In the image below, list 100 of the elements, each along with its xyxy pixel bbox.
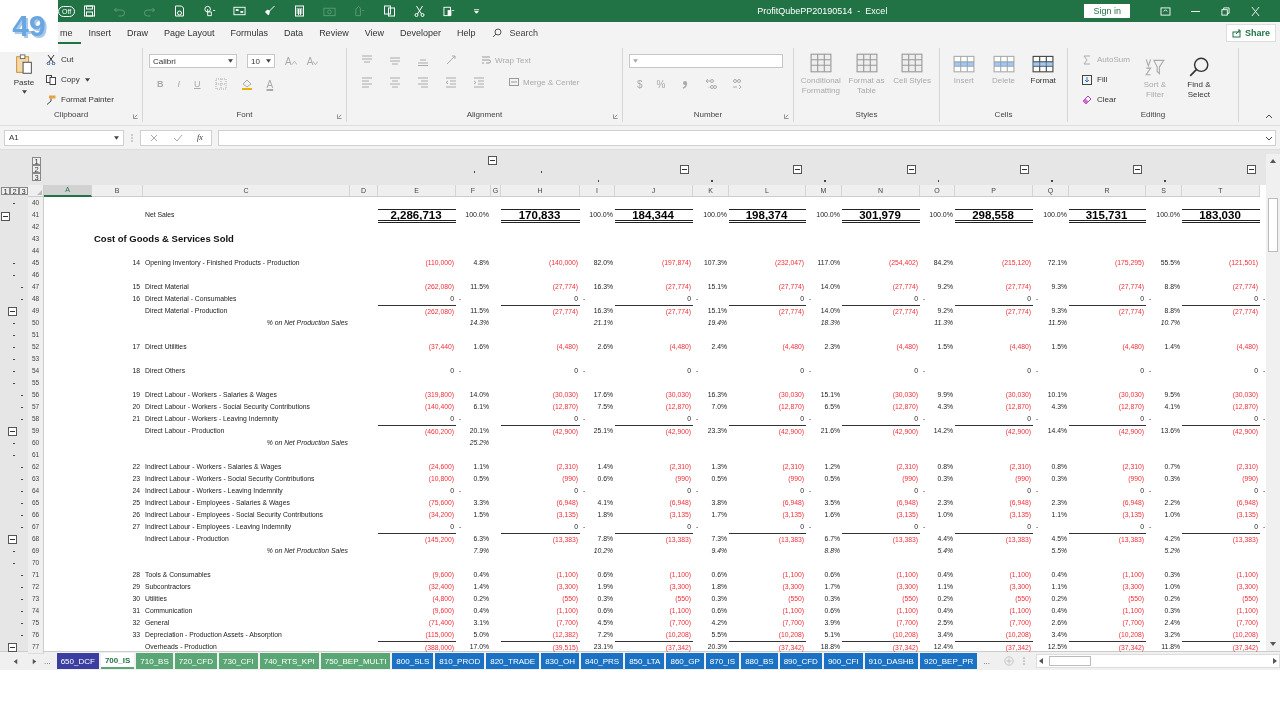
cancel-icon[interactable]: [149, 132, 159, 143]
more-sheets-button[interactable]: ...: [983, 656, 990, 666]
scroll-thumb[interactable]: [1268, 198, 1278, 252]
find-select-button[interactable]: Find & Select: [1179, 50, 1218, 108]
sign-in-button[interactable]: Sign in: [1084, 4, 1130, 18]
sheet-tab[interactable]: 830_OH: [541, 653, 579, 669]
brush-icon[interactable]: [263, 5, 277, 17]
table-style-icon: [809, 52, 832, 74]
collapse-button[interactable]: [488, 156, 497, 165]
ribbon-tab[interactable]: Review: [311, 22, 357, 44]
next-sheet-icon[interactable]: [31, 657, 38, 665]
touch-icon[interactable]: [203, 5, 217, 17]
clear-button[interactable]: Clear: [1082, 92, 1130, 107]
increase-decimal-icon[interactable]: [705, 78, 718, 90]
previous-sheet-icon[interactable]: [12, 657, 19, 665]
scroll-right-icon[interactable]: [1271, 657, 1279, 665]
collapse-button[interactable]: [1, 211, 10, 221]
collapse-button[interactable]: [8, 427, 17, 436]
more-sheets-button[interactable]: ...: [44, 656, 51, 666]
cut-button[interactable]: Cut: [46, 52, 114, 67]
ribbon-tab[interactable]: View: [356, 22, 392, 44]
collapse-button[interactable]: [1133, 165, 1142, 174]
restore-icon[interactable]: [1220, 6, 1231, 16]
share-button[interactable]: Share: [1226, 24, 1276, 42]
close-icon[interactable]: [1250, 6, 1261, 16]
group-label: Font: [236, 110, 253, 119]
scroll-thumb[interactable]: [1049, 656, 1091, 666]
caret-icon: [21, 90, 27, 94]
enter-check-icon[interactable]: [173, 132, 183, 143]
sheet-tab[interactable]: 880_BS: [741, 653, 778, 669]
collapse-button[interactable]: [8, 535, 17, 544]
caret-icon: [228, 59, 233, 63]
sheet-tab[interactable]: 700_IS: [100, 653, 135, 669]
ribbon-display-icon[interactable]: [1160, 6, 1171, 16]
copy-icon[interactable]: [383, 5, 397, 17]
ribbon-tab[interactable]: Draw: [119, 22, 157, 44]
dialog-launcher-icon[interactable]: [337, 114, 342, 119]
sheet-tab[interactable]: 860_GP: [666, 653, 704, 669]
wrap-icon: [481, 55, 491, 65]
cells-button[interactable]: Format: [1025, 52, 1061, 108]
copy-button[interactable]: Copy: [46, 72, 114, 87]
sort-filter-icon: [1143, 56, 1166, 78]
table-style-icon: [855, 52, 878, 74]
sheet-tab[interactable]: 900_CFI: [823, 653, 863, 669]
insert-function-button[interactable]: fx: [197, 133, 203, 142]
formula-field[interactable]: [217, 129, 1276, 146]
ribbon-tab[interactable]: Help: [449, 22, 484, 44]
sheet-tab[interactable]: 910_DASHB: [864, 653, 918, 669]
sheet-tab[interactable]: 920_BEP_PR: [919, 653, 978, 669]
section-heading: Cost of Goods & Services Sold: [94, 233, 234, 244]
paste-button[interactable]: Paste: [6, 50, 42, 108]
dialog-launcher-icon[interactable]: [133, 114, 138, 119]
amount-cell-text: 184,344: [631, 210, 675, 220]
collapse-button[interactable]: [680, 165, 689, 174]
caret-up-icon: [291, 60, 297, 65]
sheet-tab[interactable]: 650_DCF: [56, 653, 99, 669]
ribbon-tab[interactable]: Page Layout: [156, 22, 223, 44]
format-painter-button[interactable]: Format Painter: [46, 92, 114, 107]
collapse-button[interactable]: [793, 165, 802, 174]
sheet-tab[interactable]: 870_IS: [705, 653, 740, 669]
sheet-tab[interactable]: 800_SLS: [392, 653, 434, 669]
search-icon: [491, 28, 502, 38]
collapse-button[interactable]: [1247, 165, 1256, 174]
collapse-button[interactable]: [1020, 165, 1029, 174]
group-label: Clipboard: [53, 110, 89, 119]
caret-icon: [266, 59, 271, 63]
sigma-icon: [1082, 54, 1092, 65]
paste-icon[interactable]: [443, 5, 457, 17]
fill-down-icon: [1082, 74, 1092, 85]
sheet-tab[interactable]: 890_CFD: [779, 653, 822, 669]
fill-color-icon[interactable]: [240, 78, 253, 90]
customize-caret-icon[interactable]: [473, 7, 481, 15]
caret-down-icon: [313, 60, 319, 65]
name-box[interactable]: A1: [4, 129, 124, 146]
sheet-tab[interactable]: 840_PRS: [580, 653, 624, 669]
form-icon[interactable]: [233, 5, 247, 17]
decrease-decimal-icon[interactable]: [731, 78, 744, 90]
save-icon[interactable]: [83, 5, 97, 17]
scroll-up-icon[interactable]: [1269, 157, 1277, 165]
search-field[interactable]: Search: [507, 27, 592, 39]
ribbon-tab[interactable]: Developer: [392, 22, 450, 44]
document-icon[interactable]: [173, 5, 187, 17]
ribbon-tab[interactable]: Formulas: [222, 22, 277, 44]
scissors-icon[interactable]: [413, 5, 427, 17]
fill-button[interactable]: Fill: [1082, 72, 1130, 87]
sheet-tab[interactable]: 850_LTA: [625, 653, 665, 669]
dialog-launcher-icon[interactable]: [784, 114, 789, 119]
calculator-icon[interactable]: [293, 5, 307, 17]
collapse-button[interactable]: [8, 307, 17, 316]
ribbon-tab[interactable]: Insert: [80, 22, 120, 44]
scroll-left-icon[interactable]: [1037, 657, 1045, 665]
search-icon: [1187, 56, 1210, 78]
collapse-button[interactable]: [8, 643, 17, 652]
sheet-tab[interactable]: 810_PROD: [435, 653, 485, 669]
sheet-tab[interactable]: 820_TRADE: [486, 653, 540, 669]
dialog-launcher-icon[interactable]: [613, 114, 618, 119]
scroll-down-icon[interactable]: [1269, 640, 1277, 648]
collapse-button[interactable]: [907, 165, 916, 174]
orientation-icon[interactable]: [445, 54, 457, 66]
ribbon-tab[interactable]: Data: [276, 22, 312, 44]
